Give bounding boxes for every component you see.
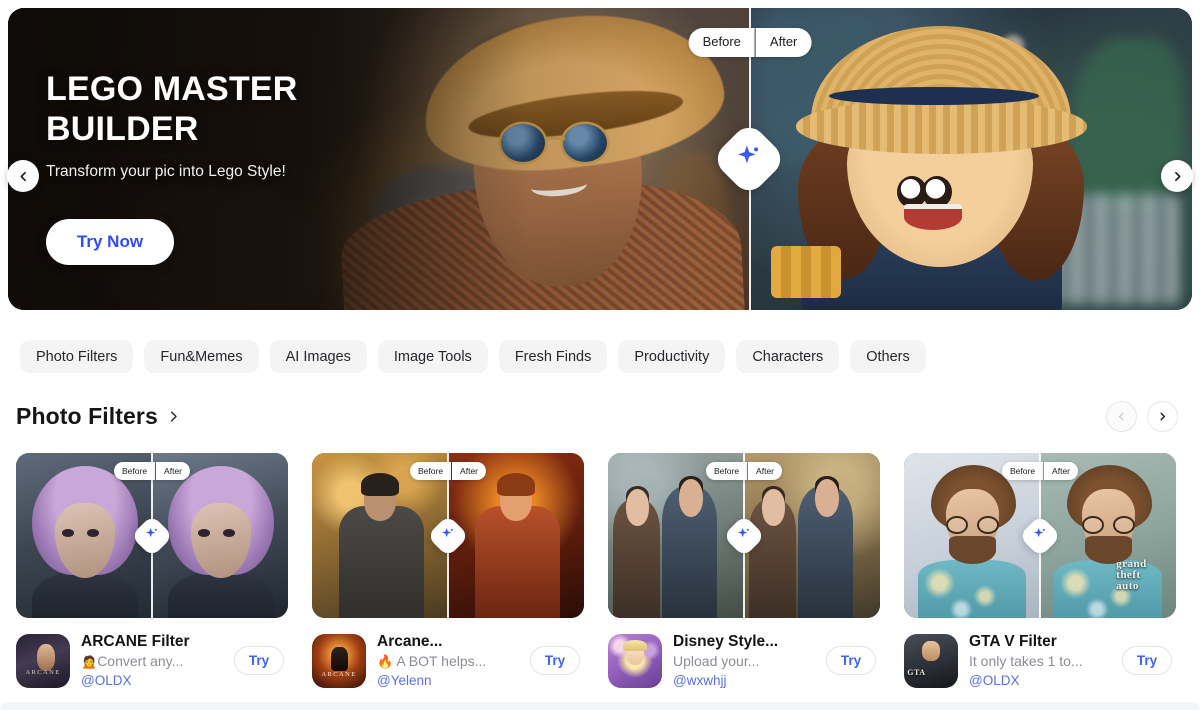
card-description-text: Convert any... — [97, 653, 184, 670]
gta-logo-line3: auto — [1116, 579, 1139, 592]
filter-card[interactable]: Before After Arcane... 🔥 A BOT helps... … — [312, 453, 584, 690]
card-after-pill[interactable]: After — [748, 462, 782, 481]
gta-logo-overlay: grand theft auto — [1116, 557, 1147, 592]
card-meta: Disney Style... Upload your... @wxwhjj T… — [608, 618, 880, 689]
card-before-after-toggle[interactable]: Before After — [706, 462, 782, 481]
card-before-after-toggle[interactable]: Before After — [410, 462, 486, 481]
card-meta: ARCANE Filter 🙍Convert any... @OLDX Try — [16, 618, 288, 690]
card-before-pill[interactable]: Before — [410, 462, 452, 481]
chevron-right-icon — [1160, 412, 1166, 421]
card-try-button[interactable]: Try — [1122, 646, 1172, 676]
category-chip-image-tools[interactable]: Image Tools — [377, 340, 488, 373]
card-description-text: It only takes 1 to... — [969, 653, 1083, 670]
hero-content: LEGO MASTER BUILDER Transform your pic i… — [46, 70, 376, 265]
hero-carousel: Before After LEGO MASTER BUILDER Transfo… — [7, 8, 1193, 310]
card-before-after-toggle[interactable]: Before After — [114, 462, 190, 481]
section-title: Photo Filters — [16, 403, 158, 429]
card-preview[interactable]: Before After — [312, 453, 584, 618]
hero-after-pill[interactable]: After — [755, 28, 812, 57]
category-chip-productivity[interactable]: Productivity — [618, 340, 726, 373]
section-next-button[interactable] — [1147, 401, 1178, 432]
card-before-after-toggle[interactable]: Before After — [1002, 462, 1078, 481]
card-after-pill[interactable]: After — [452, 462, 486, 481]
card-description-text: A BOT helps... — [396, 653, 487, 670]
category-chip-photo-filters[interactable]: Photo Filters — [20, 340, 134, 373]
hero-next-button[interactable] — [1161, 160, 1193, 192]
app-icon — [608, 633, 662, 688]
chevron-left-icon — [1118, 412, 1124, 421]
card-before-pill[interactable]: Before — [1002, 462, 1044, 481]
card-preview[interactable]: grand theft auto Before After — [904, 453, 1176, 618]
category-chip-fresh-finds[interactable]: Fresh Finds — [498, 340, 608, 373]
card-description: Upload your... — [673, 652, 815, 670]
card-meta: Arcane... 🔥 A BOT helps... @Yelenn Try — [312, 618, 584, 690]
hero-before-after-toggle[interactable]: Before After — [688, 28, 812, 57]
section-pager — [1106, 401, 1178, 432]
card-after-pill[interactable]: After — [156, 462, 190, 481]
app-icon — [312, 633, 366, 688]
hero-slide[interactable]: Before After LEGO MASTER BUILDER Transfo… — [8, 8, 1192, 310]
filter-card[interactable]: Before After Disney Style... Upload your… — [608, 453, 880, 690]
app-root: Before After LEGO MASTER BUILDER Transfo… — [0, 8, 1200, 710]
category-chip-others[interactable]: Others — [850, 340, 926, 373]
hero-before-pill[interactable]: Before — [688, 28, 755, 57]
filter-card[interactable]: Before After ARCANE Filter 🙍Convert any.… — [16, 453, 288, 690]
card-preview[interactable]: Before After — [16, 453, 288, 618]
hero-title: LEGO MASTER BUILDER — [46, 70, 298, 148]
card-try-button[interactable]: Try — [530, 646, 580, 676]
card-description-emoji: 🙍 — [81, 654, 98, 670]
app-icon — [904, 633, 958, 688]
card-author[interactable]: @OLDX — [81, 672, 223, 690]
card-before-pill[interactable]: Before — [706, 462, 748, 481]
gta-logo-line1: grand — [1116, 557, 1147, 570]
card-title: GTA V Filter — [969, 633, 1057, 650]
card-before-pill[interactable]: Before — [114, 462, 156, 481]
card-meta: GTA V Filter It only takes 1 to... @OLDX… — [904, 618, 1176, 689]
card-description-text: Upload your... — [673, 653, 760, 670]
card-description-emoji: 🔥 — [377, 654, 394, 670]
card-author[interactable]: @OLDX — [969, 672, 1111, 690]
card-author[interactable]: @Yelenn — [377, 672, 519, 690]
section-header: Photo Filters — [0, 373, 1200, 432]
section-title-link[interactable]: Photo Filters — [16, 403, 181, 430]
card-description: 🙍Convert any... — [81, 652, 223, 671]
category-chip-ai-images[interactable]: AI Images — [269, 340, 367, 373]
chevron-left-icon — [20, 171, 26, 181]
card-author[interactable]: @wxwhjj — [673, 672, 815, 690]
filter-card-row: Before After ARCANE Filter 🙍Convert any.… — [0, 432, 1200, 690]
category-chip-row: Photo Filters Fun&Memes AI Images Image … — [0, 310, 1200, 373]
card-description: It only takes 1 to... — [969, 652, 1111, 670]
category-chip-fun-memes[interactable]: Fun&Memes — [144, 340, 259, 373]
card-title: Disney Style... — [673, 633, 779, 650]
app-icon — [16, 633, 70, 688]
card-title: ARCANE Filter — [81, 633, 190, 650]
category-chip-characters[interactable]: Characters — [736, 340, 840, 373]
card-description: 🔥 A BOT helps... — [377, 652, 519, 671]
gta-logo-line2: theft — [1116, 568, 1141, 581]
filter-card[interactable]: grand theft auto Before After GTA GTA V … — [904, 453, 1176, 690]
card-preview[interactable]: Before After — [608, 453, 880, 618]
card-try-button[interactable]: Try — [826, 646, 876, 676]
chevron-right-icon — [1174, 171, 1180, 181]
footer-band — [0, 702, 1200, 710]
card-after-pill[interactable]: After — [1044, 462, 1078, 481]
hero-subtitle: Transform your pic into Lego Style! — [46, 162, 286, 180]
section-prev-button[interactable] — [1106, 401, 1137, 432]
hero-try-now-button[interactable]: Try Now — [46, 218, 174, 265]
chevron-right-icon — [166, 409, 181, 424]
card-try-button[interactable]: Try — [234, 646, 284, 676]
hero-prev-button[interactable] — [7, 160, 39, 192]
card-title: Arcane... — [377, 633, 443, 650]
